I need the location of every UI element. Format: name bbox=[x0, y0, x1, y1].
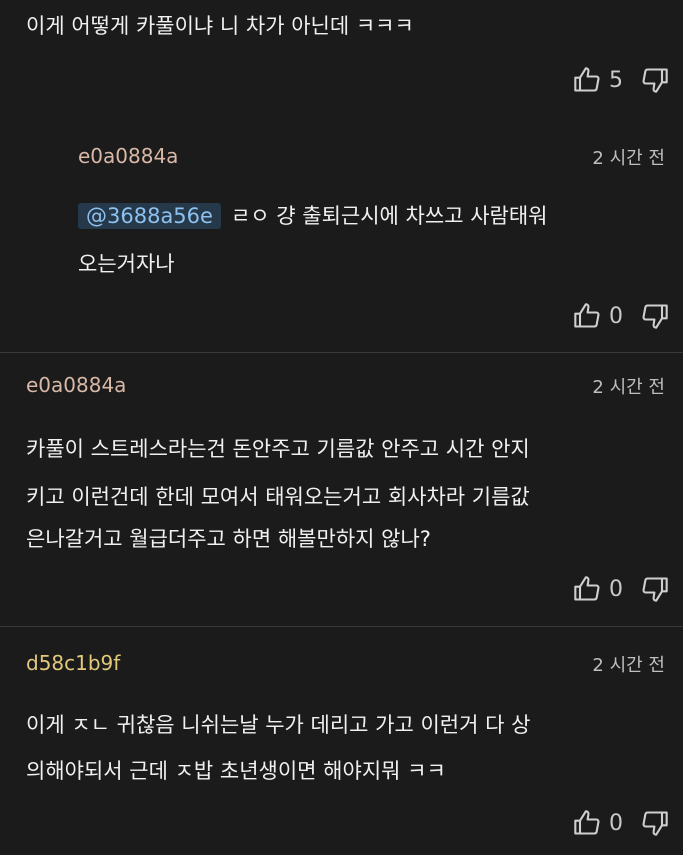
like-count: 0 bbox=[609, 303, 623, 329]
vote-bar: 0 bbox=[573, 302, 669, 330]
thumb-down-icon[interactable] bbox=[641, 809, 669, 837]
comment-line: 의해야되서 근데 ㅈ밥 초년생이면 해야지뭐 ㅋㅋ bbox=[26, 759, 446, 783]
comment-text: @3688a56e ㄹㅇ 걍 출퇴근시에 차쓰고 사람태워 bbox=[78, 196, 547, 237]
vote-bar: 0 bbox=[573, 575, 669, 603]
thumb-down-icon[interactable] bbox=[641, 302, 669, 330]
comment-line: 키고 이런건데 한데 모여서 태워오는거고 회사차라 기름값 bbox=[26, 485, 530, 509]
comment-top: 이게 어떻게 카풀이냐 니 차가 아닌데 ㅋㅋㅋ 5 bbox=[0, 0, 683, 110]
thumb-up-icon[interactable] bbox=[573, 66, 601, 94]
comment-text: 이게 어떻게 카풀이냐 니 차가 아닌데 ㅋㅋㅋ bbox=[26, 14, 414, 38]
comment-author[interactable]: e0a0884a bbox=[78, 144, 178, 168]
like-count: 0 bbox=[609, 810, 623, 836]
thumb-up-icon[interactable] bbox=[573, 575, 601, 603]
comment-time: 2 시간 전 bbox=[592, 377, 665, 398]
mention-tag[interactable]: @3688a56e bbox=[78, 203, 221, 229]
comment-line: 오는거자나 bbox=[78, 252, 175, 276]
comment-time: 2 시간 전 bbox=[592, 655, 665, 676]
comment-author[interactable]: d58c1b9f bbox=[26, 651, 120, 675]
comment-line: 은나갈거고 월급더주고 하면 해볼만하지 않나? bbox=[26, 527, 431, 551]
comment-line: ㄹㅇ 걍 출퇴근시에 차쓰고 사람태워 bbox=[230, 204, 548, 228]
thumb-up-icon[interactable] bbox=[573, 809, 601, 837]
like-count: 0 bbox=[609, 576, 623, 602]
comment-line: 카풀이 스트레스라는건 돈안주고 기름값 안주고 시간 안지 bbox=[26, 437, 530, 461]
vote-bar: 0 bbox=[573, 809, 669, 837]
comment-time: 2 시간 전 bbox=[592, 148, 665, 169]
thumb-down-icon[interactable] bbox=[641, 575, 669, 603]
comment-author[interactable]: e0a0884a bbox=[26, 373, 126, 397]
like-count: 5 bbox=[609, 67, 623, 93]
comment-reply: e0a0884a 2 시간 전 @3688a56e ㄹㅇ 걍 출퇴근시에 차쓰고 … bbox=[0, 124, 683, 344]
vote-bar: 5 bbox=[573, 66, 669, 94]
thumb-down-icon[interactable] bbox=[641, 66, 669, 94]
comment: e0a0884a 2 시간 전 카풀이 스트레스라는건 돈안주고 기름값 안주고… bbox=[0, 353, 683, 625]
comment: d58c1b9f 2 시간 전 이게 ㅈㄴ 귀찮음 니쉬는날 누가 데리고 가고… bbox=[0, 627, 683, 855]
thumb-up-icon[interactable] bbox=[573, 302, 601, 330]
comment-line: 이게 ㅈㄴ 귀찮음 니쉬는날 누가 데리고 가고 이런거 다 상 bbox=[26, 713, 531, 737]
